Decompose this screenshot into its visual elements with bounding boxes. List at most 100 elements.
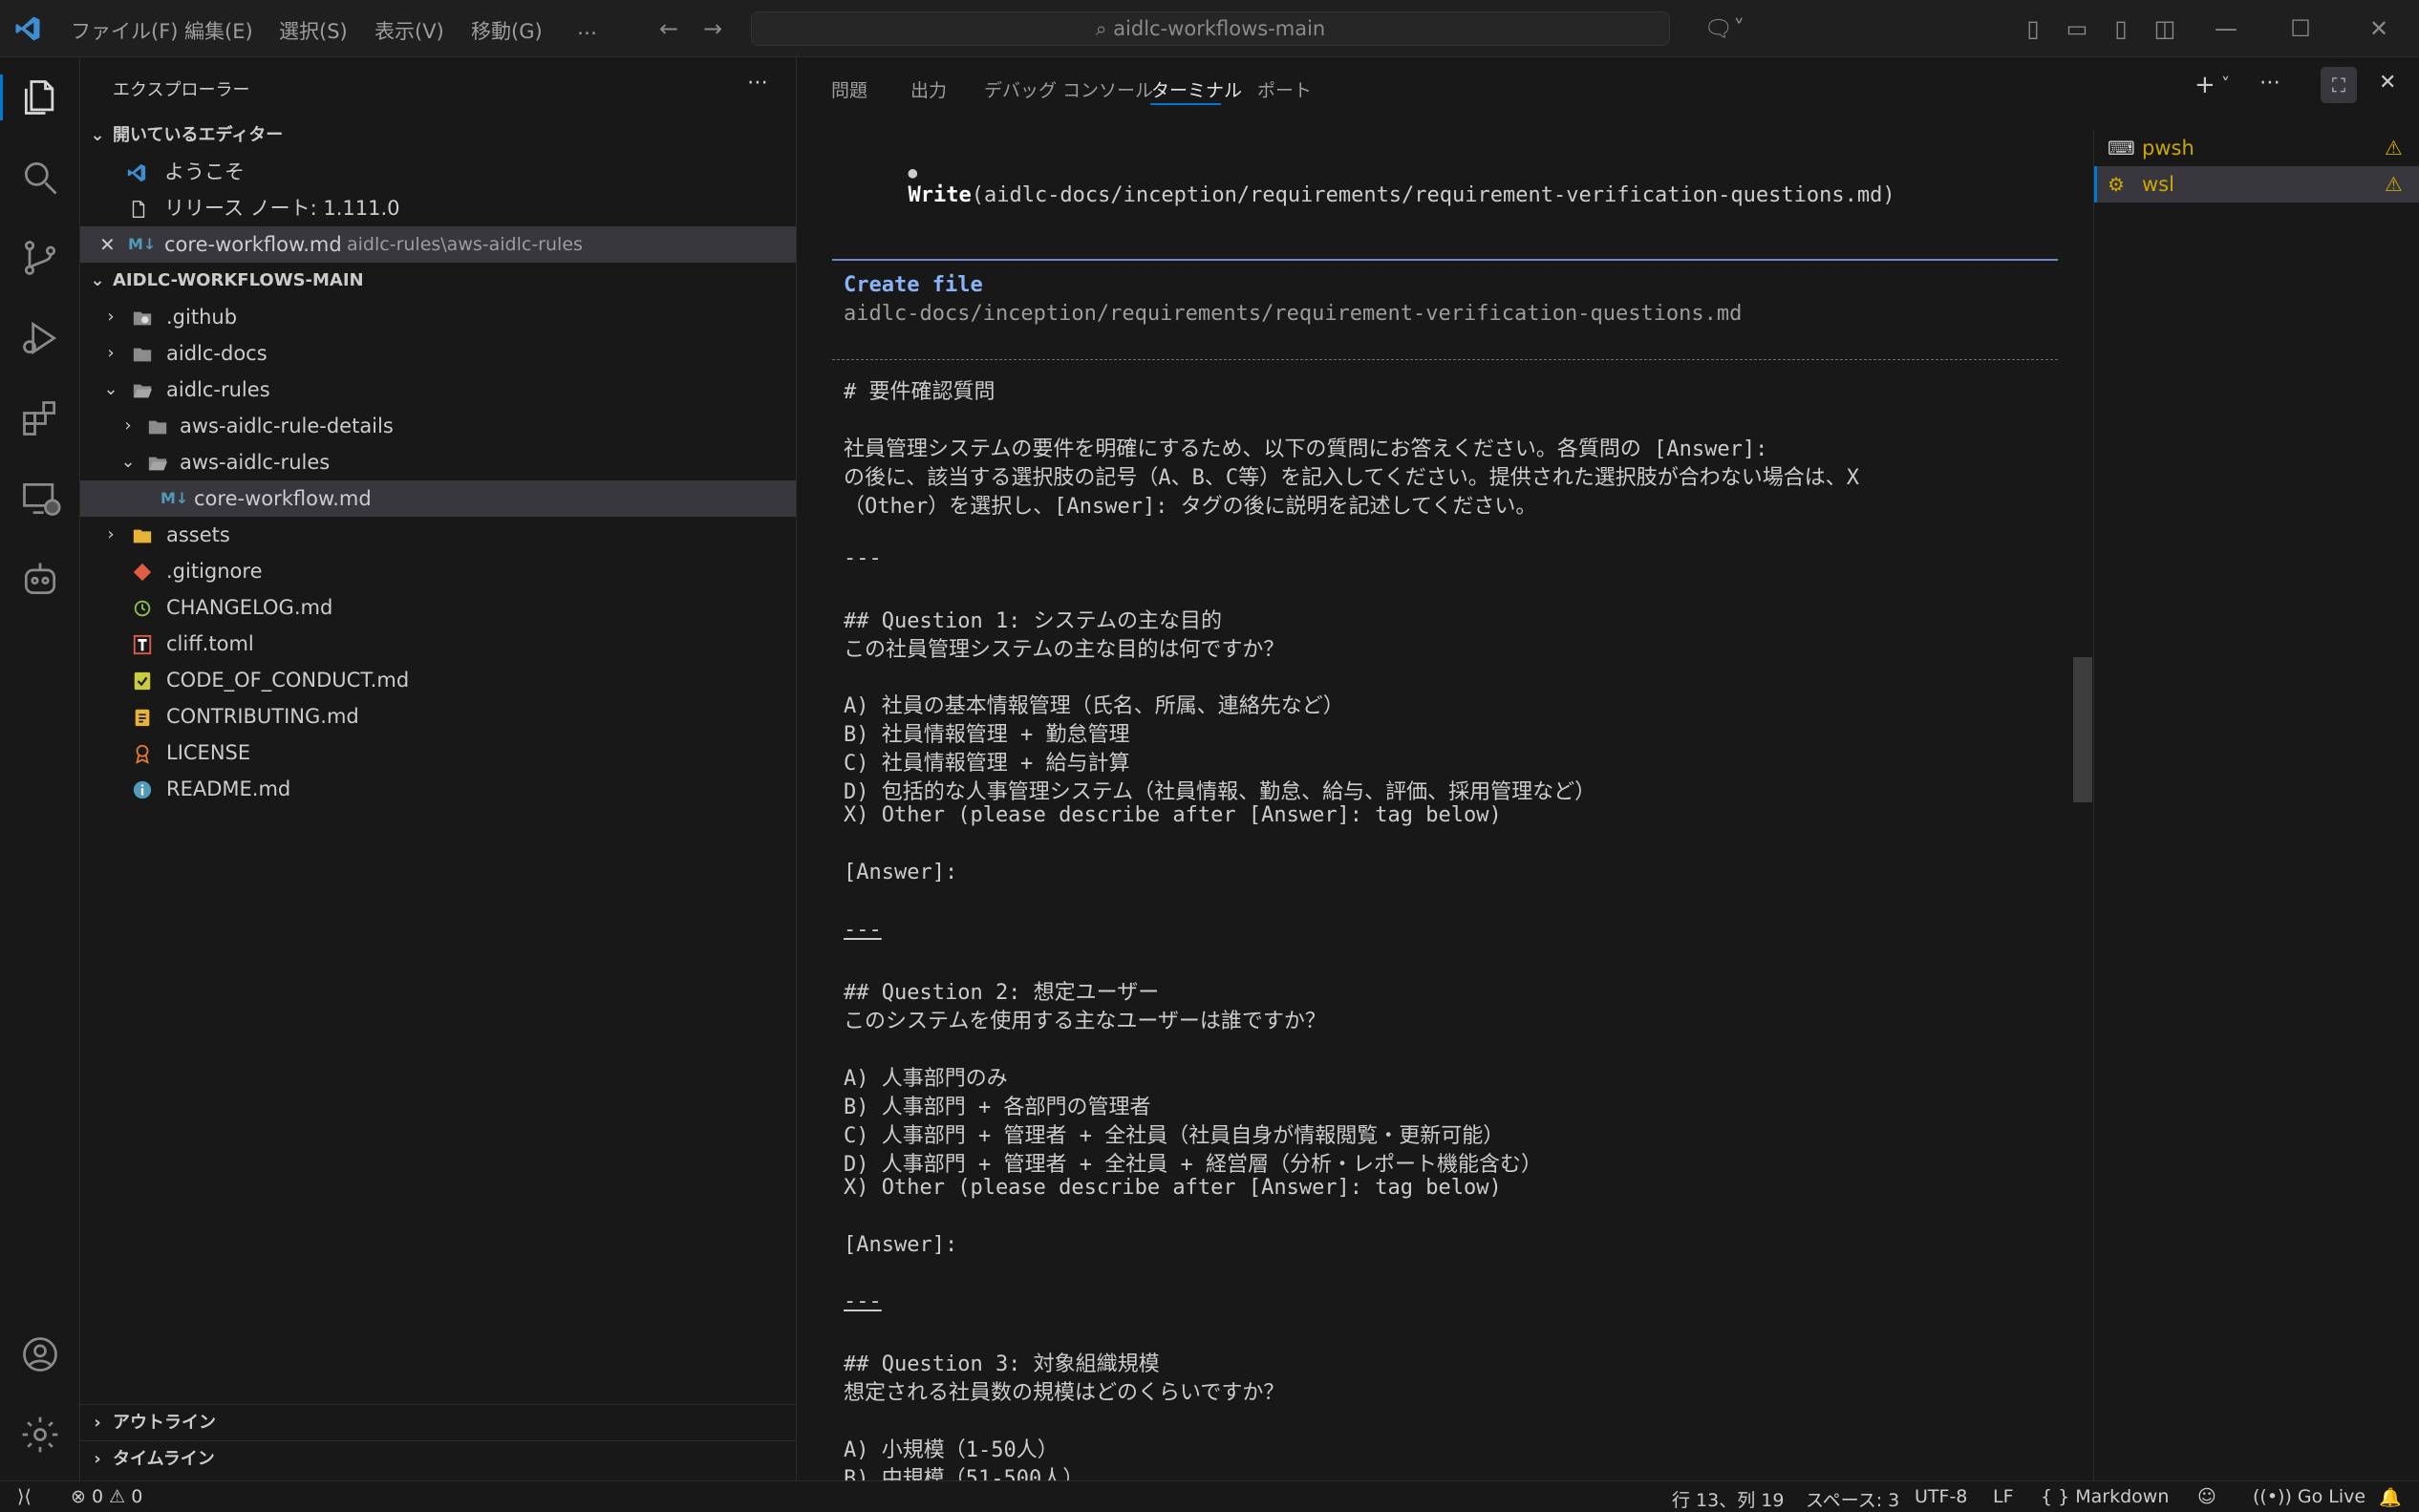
active-indicator bbox=[0, 75, 3, 120]
toggle-panel-icon[interactable]: ▭ bbox=[2064, 15, 2090, 42]
minimize-icon[interactable]: — bbox=[2213, 15, 2239, 42]
end-of-line[interactable]: LF bbox=[1993, 1486, 2014, 1507]
tab-debug-console[interactable]: デバッグ コンソール bbox=[984, 76, 1153, 102]
terminal-item-pwsh[interactable]: ⌨ pwsh ⚠ bbox=[2094, 130, 2419, 166]
toggle-primary-sidebar-icon[interactable]: ▯ bbox=[2020, 15, 2046, 42]
remote-indicator-icon[interactable]: ⟩⟨ bbox=[17, 1486, 32, 1507]
open-editors-header[interactable]: ⌄ 開いているエディター bbox=[80, 117, 796, 154]
terminal-item-wsl[interactable]: ⚙ wsl ⚠ bbox=[2094, 166, 2419, 202]
close-panel-icon[interactable]: ✕ bbox=[2379, 71, 2396, 95]
outline-section[interactable]: › アウトライン bbox=[80, 1404, 796, 1440]
tree-item-readme[interactable]: README.md bbox=[80, 771, 796, 807]
accounts-icon[interactable] bbox=[19, 1333, 61, 1375]
tab-output[interactable]: 出力 bbox=[910, 76, 947, 102]
terminal-line: このシステムを使用する主なユーザーは誰ですか？ bbox=[844, 1010, 1326, 1033]
terminal-output[interactable]: ● Write(aidlc-docs/inception/requirement… bbox=[798, 130, 2078, 1480]
terminal-line: C) 人事部門 + 管理者 + 全社員（社員自身が情報閲覧・更新可能） bbox=[844, 1124, 1505, 1148]
menu-go[interactable]: 移動(G) bbox=[471, 16, 543, 45]
tab-problems[interactable]: 問題 bbox=[831, 76, 867, 102]
license-badge-icon bbox=[136, 744, 149, 764]
braces-icon: { } bbox=[2041, 1486, 2070, 1507]
chevron-down-icon: ⌄ bbox=[120, 452, 136, 472]
terminal-scrollbar[interactable] bbox=[2073, 657, 2092, 802]
assets-folder-icon bbox=[133, 529, 152, 543]
terminal-line: D) 人事部門 + 管理者 + 全社員 + 経営層（分析・レポート機能含む） bbox=[844, 1153, 1542, 1177]
terminal-line: --- bbox=[844, 918, 882, 942]
tree-item-aidlc-rules[interactable]: ⌄ aidlc-rules bbox=[80, 372, 796, 408]
tree-item-contributing[interactable]: CONTRIBUTING.md bbox=[80, 698, 796, 735]
open-editor-core-workflow[interactable]: ✕ M↓ core-workflow.md aidlc-rules\aws-ai… bbox=[80, 226, 796, 263]
tree-item-changelog[interactable]: CHANGELOG.md bbox=[80, 589, 796, 626]
menu-edit[interactable]: 編集(E) bbox=[184, 16, 253, 45]
back-arrow-icon[interactable]: ← bbox=[655, 15, 682, 42]
tree-item-assets[interactable]: › assets bbox=[80, 517, 796, 553]
command-center-search[interactable]: ⌕ aidlc-workflows-main bbox=[751, 11, 1670, 46]
settings-gear-icon[interactable] bbox=[19, 1414, 61, 1456]
maximize-icon[interactable]: ☐ bbox=[2287, 15, 2314, 42]
forward-arrow-icon[interactable]: → bbox=[699, 15, 726, 42]
terminal-line: X) Other (please describe after [Answer]… bbox=[844, 803, 1502, 827]
history-icon bbox=[134, 600, 151, 617]
cursor-position[interactable]: 行 13、列 19 bbox=[1672, 1486, 1784, 1512]
chevron-down-icon: ⌄ bbox=[103, 379, 118, 399]
close-window-icon[interactable]: ✕ bbox=[2365, 15, 2392, 42]
folder-open-icon bbox=[148, 457, 168, 471]
maximize-panel-icon[interactable]: ⛶ bbox=[2321, 67, 2357, 103]
notifications-bell-icon[interactable]: 🔔 bbox=[2379, 1486, 2402, 1508]
activity-bar bbox=[0, 57, 80, 1480]
tab-terminal[interactable]: ターミナル bbox=[1151, 76, 1242, 102]
toggle-secondary-sidebar-icon[interactable]: ▯ bbox=[2108, 15, 2134, 42]
run-debug-icon[interactable] bbox=[19, 317, 61, 359]
tree-item-core-workflow[interactable]: M↓ core-workflow.md bbox=[80, 480, 796, 517]
tree-item-cliff-toml[interactable]: cliff.toml bbox=[80, 626, 796, 662]
tree-item-code-of-conduct[interactable]: CODE_OF_CONDUCT.md bbox=[80, 662, 796, 698]
active-tab-indicator bbox=[1150, 103, 1221, 105]
warning-icon: ⚠ bbox=[109, 1486, 126, 1507]
timeline-section[interactable]: › タイムライン bbox=[80, 1440, 796, 1477]
tree-item-github[interactable]: › .github bbox=[80, 299, 796, 335]
language-mode[interactable]: { } Markdown bbox=[2041, 1486, 2169, 1507]
search-icon[interactable] bbox=[19, 157, 61, 199]
tree-item-gitignore[interactable]: .gitignore bbox=[80, 553, 796, 589]
tree-item-aidlc-docs[interactable]: › aidlc-docs bbox=[80, 335, 796, 372]
remote-explorer-icon[interactable] bbox=[19, 478, 61, 520]
open-editor-release-notes[interactable]: リリース ノート: 1.111.0 bbox=[80, 190, 796, 226]
copilot-chat-icon[interactable]: 🗨˅ bbox=[1696, 15, 1753, 42]
go-live-button[interactable]: ((•)) Go Live bbox=[2253, 1486, 2365, 1507]
extensions-icon[interactable] bbox=[19, 397, 61, 439]
terminal-list: ⌨ pwsh ⚠ ⚙ wsl ⚠ bbox=[2093, 130, 2419, 1480]
chevron-down-icon[interactable]: ˅ bbox=[2221, 75, 2230, 95]
terminal-line: の後に、該当する選択肢の記号（A、B、C等）を記入してください。提供された選択肢… bbox=[844, 466, 1860, 490]
copilot-icon[interactable] bbox=[19, 558, 61, 600]
menu-selection[interactable]: 選択(S) bbox=[279, 16, 348, 45]
menu-file[interactable]: ファイル(F) bbox=[71, 16, 178, 45]
source-control-icon[interactable] bbox=[19, 237, 61, 279]
tab-ports[interactable]: ポート bbox=[1257, 76, 1312, 102]
tree-item-aws-aidlc-rule-details[interactable]: › aws-aidlc-rule-details bbox=[80, 408, 796, 444]
error-count: 0 bbox=[91, 1486, 104, 1507]
title-bar: ファイル(F) 編集(E) 選択(S) 表示(V) 移動(G) … ← → ⌕ … bbox=[0, 0, 2419, 57]
problems-indicator[interactable]: ⊗ 0 ⚠ 0 bbox=[71, 1486, 142, 1507]
terminal-panel: 問題 出力 デバッグ コンソール ターミナル ポート + ˅ ⋯ ⛶ ✕ ● W… bbox=[798, 57, 2419, 1480]
folder-header[interactable]: ⌄ AIDLC-WORKFLOWS-MAIN bbox=[80, 263, 796, 299]
sidebar-title: エクスプローラー bbox=[113, 80, 250, 100]
tree-item-aws-aidlc-rules[interactable]: ⌄ aws-aidlc-rules bbox=[80, 444, 796, 480]
explorer-icon[interactable] bbox=[19, 76, 61, 118]
warning-icon: ⚠ bbox=[2385, 173, 2403, 196]
status-bar: ⟩⟨ ⊗ 0 ⚠ 0 行 13、列 19 スペース: 3 UTF-8 LF { … bbox=[0, 1480, 2419, 1512]
menu-more[interactable]: … bbox=[577, 16, 597, 39]
more-actions-icon[interactable]: ⋯ bbox=[747, 71, 768, 95]
indentation[interactable]: スペース: 3 bbox=[1806, 1486, 1899, 1512]
chevron-right-icon: › bbox=[94, 1413, 101, 1433]
encoding[interactable]: UTF-8 bbox=[1915, 1486, 1967, 1507]
customize-layout-icon[interactable]: ◫ bbox=[2151, 15, 2178, 42]
new-terminal-icon[interactable]: + bbox=[2194, 71, 2216, 99]
divider bbox=[832, 259, 2058, 261]
clipboard-icon bbox=[135, 709, 150, 727]
close-icon[interactable]: ✕ bbox=[99, 226, 116, 263]
copilot-status-icon[interactable]: ☺ bbox=[2197, 1486, 2216, 1507]
menu-view[interactable]: 表示(V) bbox=[375, 16, 444, 45]
tree-item-license[interactable]: LICENSE bbox=[80, 735, 796, 771]
more-actions-icon[interactable]: ⋯ bbox=[2259, 71, 2280, 95]
open-editor-welcome[interactable]: ようこそ bbox=[80, 154, 796, 190]
